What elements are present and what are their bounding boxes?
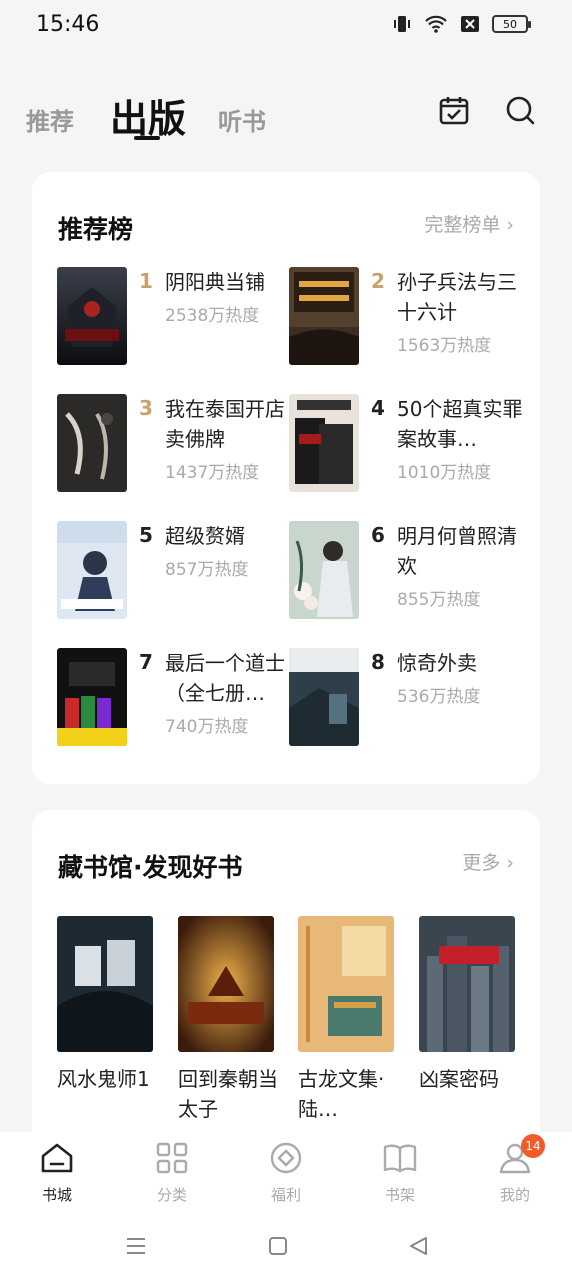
menu-icon[interactable] [124,1234,148,1258]
rank-number: 5 [139,523,153,547]
nav-profile[interactable]: 14 我的 [475,1134,555,1205]
rank-number: 8 [371,650,385,674]
rank-number: 6 [371,523,385,547]
nav-welfare[interactable]: 福利 [246,1140,326,1205]
search-icon[interactable] [504,94,536,126]
nav-label: 分类 [156,1186,187,1204]
nav-bookshelf[interactable]: 书架 [360,1140,440,1205]
book-title: 50个超真实罪案故事… [397,397,523,451]
book-cover [289,648,359,746]
ranking-item[interactable]: 3 我在泰国开店卖佛牌 1437万热度 [57,394,297,494]
library-book[interactable]: 古龙文集·陆… [298,916,394,1124]
nav-label: 书架 [384,1186,415,1204]
status-time: 15:46 [36,12,100,37]
book-title: 凶案密码 [419,1067,499,1091]
book-title: 最后一个道士（全七册… [165,651,285,705]
status-bar: 15:46 50 [0,0,572,52]
open-book-icon [383,1144,417,1173]
battery-indicator: 50 [492,15,531,33]
ranking-item[interactable]: 8 惊奇外卖 536万热度 [289,648,529,748]
book-title: 惊奇外卖 [397,651,477,675]
ranking-item[interactable]: 6 明月何曾照清欢 855万热度 [289,521,529,621]
book-title: 超级赘婿 [165,524,245,548]
library-book[interactable]: 凶案密码 [419,916,515,1094]
book-cover [419,916,515,1052]
book-title: 明月何曾照清欢 [397,524,517,578]
book-heat: 857万热度 [165,560,249,580]
rank-number: 2 [371,269,385,293]
book-title: 阴阳典当铺 [165,270,265,294]
grid-icon [156,1142,188,1174]
book-title: 孙子兵法与三十六计 [397,270,517,324]
nav-label: 我的 [499,1186,530,1204]
coin-icon [270,1142,302,1174]
book-heat: 1010万热度 [397,463,492,483]
rank-number: 3 [139,396,153,420]
tab-audiobook[interactable]: 听书 [218,102,266,137]
ranking-item[interactable]: 4 50个超真实罪案故事… 1010万热度 [289,394,529,494]
status-icons: 50 [392,14,531,34]
library-card: 藏书馆·发现好书 更多 › 风水鬼师1 回到秦朝当太子 古龙文集·陆… 凶案密码 [32,810,540,1150]
book-cover [57,267,127,365]
book-title: 回到秦朝当太子 [178,1067,278,1121]
book-cover [57,648,127,746]
tab-recommend[interactable]: 推荐 [26,102,74,137]
rank-number: 1 [139,269,153,293]
library-book[interactable]: 风水鬼师1 [57,916,153,1094]
book-cover [57,916,153,1052]
calendar-checkin-icon[interactable] [438,94,470,126]
book-cover [298,916,394,1052]
book-heat: 740万热度 [165,717,249,737]
book-heat: 1563万热度 [397,336,492,356]
book-title: 古龙文集·陆… [298,1067,385,1121]
battery-level: 50 [503,17,517,31]
library-more-link[interactable]: 更多 › [462,848,514,875]
book-heat: 2538万热度 [165,306,260,326]
no-sim-icon [461,16,479,32]
ranking-item[interactable]: 1 阴阳典当铺 2538万热度 [57,267,297,367]
ranking-item[interactable]: 5 超级赘婿 857万热度 [57,521,297,621]
back-triangle-icon[interactable] [406,1234,430,1258]
nav-category[interactable]: 分类 [132,1140,212,1205]
book-heat: 536万热度 [397,687,481,707]
book-cover [178,916,274,1052]
system-navigation-bar [0,1222,572,1280]
book-title: 我在泰国开店卖佛牌 [165,397,285,451]
book-heat: 1437万热度 [165,463,260,483]
book-heat: 855万热度 [397,590,481,610]
tab-publish[interactable]: 出版 [110,88,186,143]
active-tab-indicator [134,136,160,140]
book-cover [289,267,359,365]
home-icon [41,1143,73,1173]
ranking-full-list-link[interactable]: 完整榜单 › [424,210,514,237]
ranking-item[interactable]: 7 最后一个道士（全七册… 740万热度 [57,648,297,748]
book-cover [57,394,127,492]
book-cover [289,521,359,619]
book-cover [57,521,127,619]
vibrate-icon [394,16,410,32]
wifi-icon [425,15,447,33]
library-book[interactable]: 回到秦朝当太子 [178,916,278,1124]
nav-bookstore[interactable]: 书城 [17,1140,97,1205]
rank-number: 4 [371,396,385,420]
home-square-icon[interactable] [266,1234,290,1258]
bottom-navigation: 书城 分类 福利 书架 14 我的 [0,1132,572,1222]
library-title: 藏书馆·发现好书 [58,853,243,882]
nav-label: 书城 [41,1186,72,1204]
notification-badge: 14 [521,1134,545,1158]
book-cover [289,394,359,492]
top-tab-bar: 推荐 出版 听书 [0,80,572,150]
book-title: 风水鬼师1 [57,1067,150,1091]
ranking-item[interactable]: 2 孙子兵法与三十六计 1563万热度 [289,267,529,367]
nav-label: 福利 [270,1186,301,1204]
ranking-card: 推荐榜 完整榜单 › 1 阴阳典当铺 2538万热度 2 孙子兵法与三十六计 1… [32,172,540,784]
rank-number: 7 [139,650,153,674]
ranking-title: 推荐榜 [58,215,134,244]
